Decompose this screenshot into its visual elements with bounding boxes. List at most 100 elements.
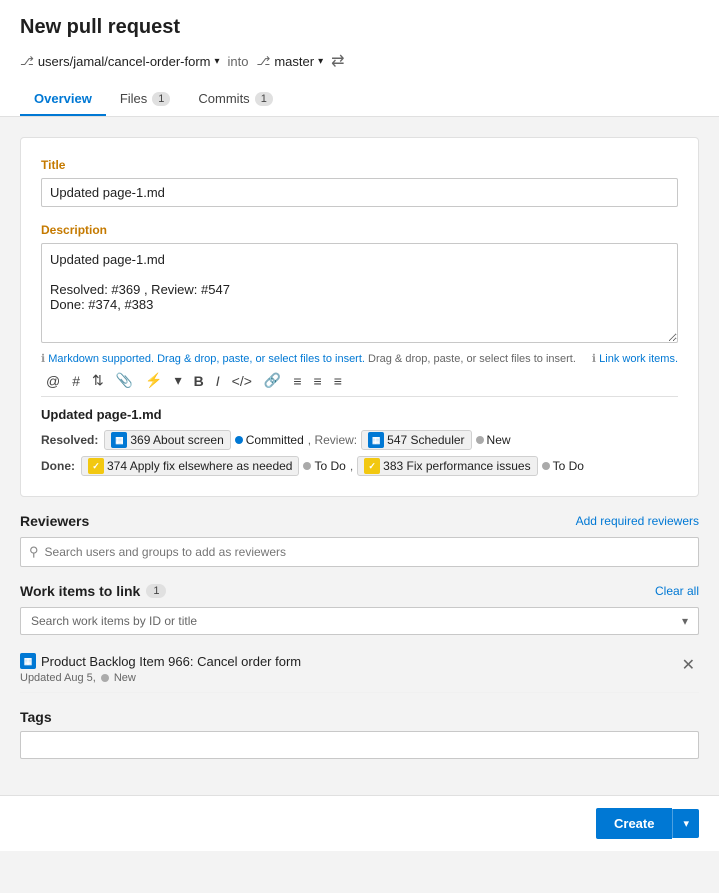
work-item-status: New [114, 672, 136, 684]
target-branch-button[interactable]: ⎇ master ▾ [257, 54, 324, 69]
work-items-section: Work items to link 1 Clear all Search wo… [20, 583, 699, 693]
description-label: Description [41, 223, 678, 237]
editor-toolbar: @ # ⇅ 📎 ⚡ ▾ B I </> 🔗 ≡ ≡ ≡ [41, 365, 678, 397]
source-branch-button[interactable]: ⎇ users/jamal/cancel-order-form ▾ [20, 54, 220, 69]
done-line: Done: ✓ 374 Apply fix elsewhere as neede… [41, 456, 678, 476]
toolbar-hash[interactable]: # [67, 370, 85, 392]
tags-input[interactable] [20, 731, 699, 759]
work-item-info: ▦ Product Backlog Item 966: Cancel order… [20, 653, 301, 684]
tab-files-label: Files [120, 91, 147, 106]
markdown-link[interactable]: Markdown supported. Drag & drop, paste, … [48, 353, 365, 365]
toolbar-resize[interactable]: ⇅ [87, 369, 109, 392]
tabs-bar: Overview Files 1 Commits 1 [20, 83, 699, 116]
toolbar-list-ordered[interactable]: ≡ [309, 370, 327, 392]
work-item-title-row: ▦ Product Backlog Item 966: Cancel order… [20, 653, 301, 669]
link-work-items-link[interactable]: Link work items. [599, 353, 678, 365]
work-item-updated: Updated Aug 5, [20, 672, 96, 684]
work-items-header: Work items to link 1 Clear all [20, 583, 699, 599]
work-item-status-dot [101, 674, 109, 682]
status-committed: Committed [246, 433, 304, 447]
toolbar-italic[interactable]: I [211, 370, 225, 392]
link-work-items-hint: ℹ Link work items. [592, 352, 678, 365]
toolbar-formula[interactable]: ⚡ [140, 369, 167, 392]
chip-383-text: 383 Fix performance issues [383, 459, 530, 473]
chip-369-dot: Committed [235, 433, 304, 447]
create-button[interactable]: Create [596, 808, 672, 839]
tags-label: Tags [20, 709, 699, 725]
tab-files[interactable]: Files 1 [106, 83, 185, 116]
tab-commits-badge: 1 [255, 92, 273, 106]
dot-committed [235, 436, 243, 444]
form-panel: Title Description Updated page-1.md Reso… [20, 137, 699, 497]
chip-369[interactable]: ▦ 369 About screen [104, 430, 230, 450]
work-items-title-group: Work items to link 1 [20, 583, 166, 599]
tab-overview-label: Overview [34, 91, 92, 106]
work-item-meta: Updated Aug 5, New [20, 672, 301, 684]
chip-547[interactable]: ▦ 547 Scheduler [361, 430, 471, 450]
chip-374[interactable]: ✓ 374 Apply fix elsewhere as needed [81, 456, 299, 476]
description-textarea[interactable]: Updated page-1.md Resolved: #369 , Revie… [41, 243, 678, 343]
work-items-count-badge: 1 [146, 584, 166, 598]
work-item-type-icon: ▦ [20, 653, 36, 669]
done-comma: , [350, 459, 353, 473]
reviewers-title: Reviewers [20, 513, 89, 529]
tab-overview[interactable]: Overview [20, 83, 106, 116]
toolbar-formula-dropdown[interactable]: ▾ [170, 369, 187, 392]
search-icon: ⚲ [29, 544, 39, 560]
work-item-entry: ▦ Product Backlog Item 966: Cancel order… [20, 645, 699, 693]
work-items-search-dropdown[interactable]: Search work items by ID or title ▾ [20, 607, 699, 635]
source-branch-label: users/jamal/cancel-order-form [38, 54, 211, 69]
toolbar-code[interactable]: </> [227, 370, 257, 392]
review-label: , Review: [308, 433, 357, 447]
footer-bar: Create ▾ [0, 795, 719, 851]
toolbar-attach[interactable]: 📎 [111, 369, 138, 392]
toolbar-link[interactable]: 🔗 [259, 369, 286, 392]
status-todo-374: To Do [314, 459, 345, 473]
desc-drag-hint: Drag & drop, paste, or select files to i… [368, 353, 576, 365]
dropdown-chevron-icon: ▾ [682, 614, 688, 628]
chip-383[interactable]: ✓ 383 Fix performance issues [357, 456, 537, 476]
reviewers-search-input[interactable] [45, 545, 690, 559]
into-label: into [228, 54, 249, 69]
target-branch-chevron: ▾ [318, 56, 323, 67]
add-required-reviewers-link[interactable]: Add required reviewers [576, 514, 699, 528]
tags-section: Tags [20, 709, 699, 759]
chip-369-text: 369 About screen [130, 433, 223, 447]
title-input[interactable] [41, 178, 678, 207]
create-dropdown-chevron-icon: ▾ [683, 818, 689, 830]
chip-374-status: To Do [303, 459, 345, 473]
chip-547-text: 547 Scheduler [387, 433, 464, 447]
remove-work-item-button[interactable]: ✕ [678, 653, 699, 677]
preview-section: Updated page-1.md Resolved: ▦ 369 About … [41, 407, 678, 476]
page-title: New pull request [20, 16, 699, 39]
create-dropdown-button[interactable]: ▾ [672, 809, 699, 838]
status-new-547: New [487, 433, 511, 447]
chip-547-icon: ▦ [368, 432, 384, 448]
target-branch-label: master [274, 54, 314, 69]
tab-commits-label: Commits [198, 91, 249, 106]
tab-files-badge: 1 [152, 92, 170, 106]
toolbar-list-unordered[interactable]: ≡ [288, 370, 306, 392]
reviewers-search-wrap: ⚲ [20, 537, 699, 567]
dot-todo-374 [303, 462, 311, 470]
chip-547-status: New [476, 433, 511, 447]
swap-icon[interactable]: ⇄ [331, 51, 344, 71]
branch-bar: ⎇ users/jamal/cancel-order-form ▾ into ⎇… [20, 51, 699, 71]
chip-383-status: To Do [542, 459, 584, 473]
chip-383-icon: ✓ [364, 458, 380, 474]
clear-all-button[interactable]: Clear all [655, 584, 699, 598]
chip-374-icon: ✓ [88, 458, 104, 474]
source-branch-icon: ⎇ [20, 54, 34, 68]
toolbar-indent[interactable]: ≡ [329, 370, 347, 392]
chip-369-icon: ▦ [111, 432, 127, 448]
source-branch-chevron: ▾ [215, 56, 220, 67]
dot-new-547 [476, 436, 484, 444]
desc-hint: ℹ Markdown supported. Drag & drop, paste… [41, 352, 576, 365]
tab-commits[interactable]: Commits 1 [184, 83, 286, 116]
work-items-title: Work items to link [20, 583, 140, 599]
toolbar-mention[interactable]: @ [41, 370, 65, 392]
toolbar-bold[interactable]: B [189, 370, 209, 392]
create-button-group: Create ▾ [596, 808, 699, 839]
work-item-title: Product Backlog Item 966: Cancel order f… [41, 654, 301, 669]
preview-title: Updated page-1.md [41, 407, 678, 422]
